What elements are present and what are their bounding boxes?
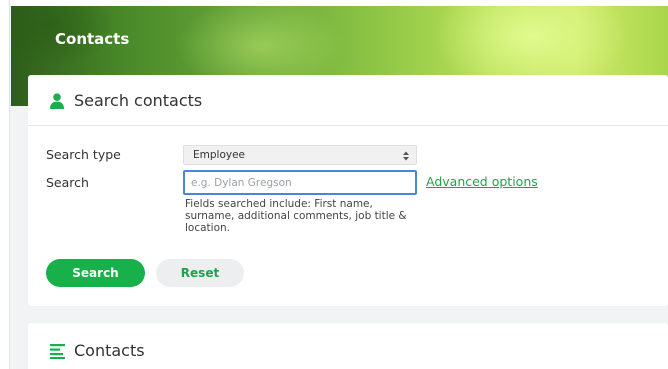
- search-input[interactable]: [183, 170, 417, 195]
- window-top-edge: [0, 0, 668, 6]
- search-type-label: Search type: [46, 147, 121, 162]
- search-fields-help-text: Fields searched include: First name, sur…: [185, 198, 420, 234]
- search-label: Search: [46, 175, 89, 190]
- search-card-title: Search contacts: [74, 91, 203, 110]
- help-text-line: Fields searched include: First name,: [185, 198, 373, 210]
- search-type-value: Employee: [193, 149, 246, 161]
- advanced-options-link[interactable]: Advanced options: [426, 174, 538, 189]
- contacts-card-title: Contacts: [74, 341, 145, 360]
- help-text-line: location.: [185, 222, 230, 234]
- search-button[interactable]: Search: [46, 259, 145, 287]
- person-icon: [50, 93, 64, 109]
- window-left-edge: [0, 0, 10, 369]
- help-text-line: surname, additional comments, job title …: [185, 210, 407, 222]
- search-card-header: Search contacts: [28, 75, 668, 126]
- page-title: Contacts: [55, 30, 130, 48]
- search-type-select[interactable]: Employee: [183, 145, 417, 165]
- contacts-list-card: Contacts: [28, 323, 668, 369]
- search-contacts-card: Search contacts Search type Employee Sea…: [28, 75, 668, 306]
- reset-button[interactable]: Reset: [156, 259, 244, 287]
- select-arrows-icon: [402, 148, 410, 162]
- list-icon: [50, 343, 66, 359]
